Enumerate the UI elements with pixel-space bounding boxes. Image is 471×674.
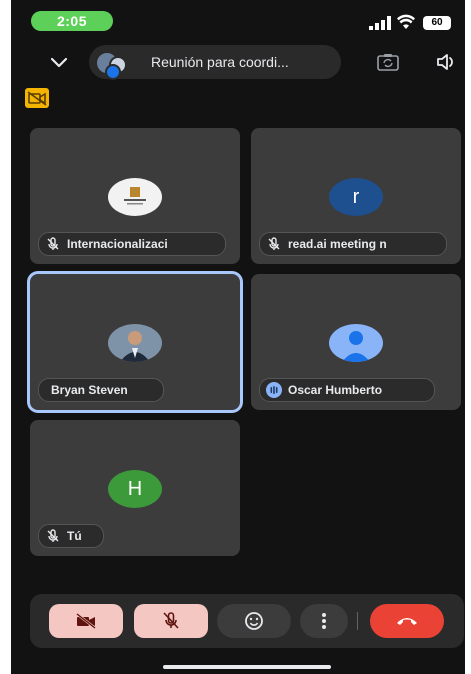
mic-off-icon (163, 612, 179, 629)
participant-tile[interactable]: Internacionalizaci (30, 128, 240, 264)
name-fade (406, 233, 446, 255)
home-indicator[interactable] (163, 665, 331, 669)
avatar-letter: r (352, 186, 360, 208)
name-fade (185, 233, 225, 255)
emoji-icon (245, 612, 263, 630)
participant-name: read.ai meeting n (288, 237, 387, 251)
avatar (108, 324, 162, 362)
audio-level-icon (266, 382, 282, 398)
participant-name-chip: Tú (38, 524, 104, 548)
meeting-info-pill[interactable]: Reunión para coordi... (89, 45, 341, 80)
wifi-icon (397, 14, 415, 29)
video-off-icon (76, 613, 96, 629)
participant-tile[interactable]: r read.ai meeting n (251, 128, 461, 264)
avatar (105, 64, 121, 80)
person-photo (120, 331, 150, 362)
meeting-title: Reunión para coordi... (151, 54, 289, 70)
signal-icon (369, 16, 391, 30)
reactions-button[interactable] (217, 604, 291, 638)
participant-name-chip: Oscar Humberto (259, 378, 435, 402)
avatar: H (108, 470, 162, 508)
video-off-icon (27, 91, 47, 106)
participant-tile[interactable]: Oscar Humberto (251, 274, 461, 410)
participant-tile-self[interactable]: H Tú (30, 420, 240, 556)
participants-avatars (93, 49, 133, 80)
logo-icon (124, 187, 146, 205)
participant-name: Internacionalizaci (67, 237, 168, 251)
more-vert-icon (322, 613, 326, 629)
participant-tile-active[interactable]: Bryan Steven (30, 274, 240, 410)
avatar: r (329, 178, 383, 216)
status-bar: 2:05 60 (11, 0, 465, 40)
mic-toggle-button[interactable] (134, 604, 208, 638)
meet-screen: 2:05 60 Reunión para coordi... Internaci… (11, 0, 465, 674)
person-icon (342, 331, 370, 362)
avatar (329, 324, 383, 362)
participant-name: Bryan Steven (51, 383, 128, 397)
participant-name: Tú (67, 529, 82, 543)
participant-name: Oscar Humberto (288, 383, 383, 397)
call-controls (30, 594, 464, 648)
switch-camera-icon[interactable] (377, 53, 399, 71)
avatar-letter: H (127, 478, 143, 500)
hang-up-icon (397, 618, 417, 625)
avatar (108, 178, 162, 216)
participant-name-chip: Bryan Steven (38, 378, 164, 402)
participant-name-chip: read.ai meeting n (259, 232, 447, 256)
speaker-icon[interactable] (436, 53, 456, 71)
chevron-down-icon[interactable] (49, 52, 69, 72)
end-call-button[interactable] (370, 604, 444, 638)
battery-indicator: 60 (423, 16, 451, 30)
camera-off-badge[interactable] (25, 88, 49, 108)
meeting-header: Reunión para coordi... (11, 40, 465, 84)
mic-off-icon (47, 237, 59, 250)
status-time[interactable]: 2:05 (31, 11, 113, 31)
participant-name-chip: Internacionalizaci (38, 232, 226, 256)
mic-off-icon (47, 529, 59, 542)
mic-off-icon (268, 237, 280, 250)
more-options-button[interactable] (300, 604, 348, 638)
divider (357, 612, 358, 630)
camera-toggle-button[interactable] (49, 604, 123, 638)
